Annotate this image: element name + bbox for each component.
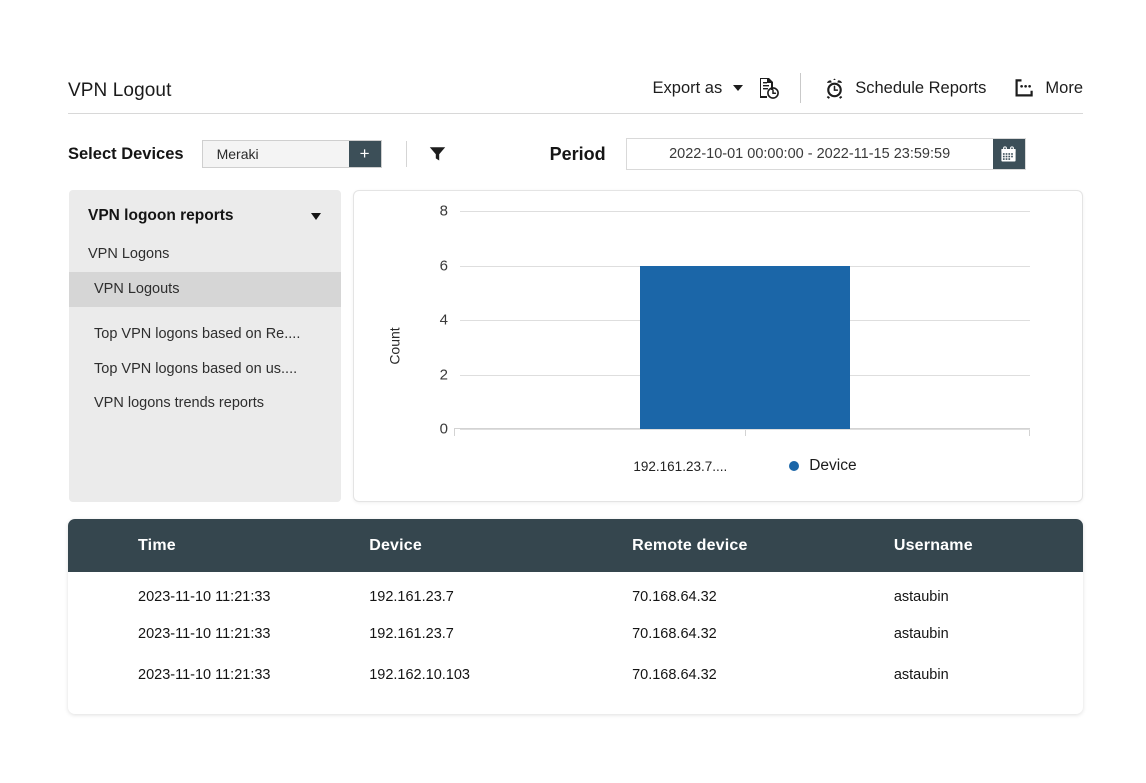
period-control: Period 2022-10-01 00:00:00 - 2022-11-15 … <box>550 138 1026 170</box>
sidebar-item-vpn-logouts[interactable]: VPN Logouts <box>69 272 341 307</box>
add-device-button[interactable]: + <box>349 141 381 167</box>
column-header-username[interactable]: Username <box>870 519 1083 572</box>
select-devices-label: Select Devices <box>68 145 184 164</box>
y-axis-tick-label: 4 <box>440 312 448 329</box>
cell-device: 192.161.23.7 <box>352 572 616 613</box>
x-axis-tick-start <box>454 429 455 436</box>
more-label: More <box>1045 79 1083 98</box>
cell-username: astaubin <box>870 654 1083 695</box>
app-page: VPN Logout Export as <box>0 0 1146 783</box>
y-axis-tick-label: 6 <box>440 257 448 274</box>
x-axis-category-label: 192.161.23.7.... <box>633 459 727 474</box>
table-head: Time Device Remote device Username <box>68 519 1083 572</box>
sidebar-item-top-vpn-logons-users[interactable]: Top VPN logons based on us.... <box>69 352 341 387</box>
header-divider <box>800 73 801 103</box>
sidebar-group-header[interactable]: VPN logoon reports <box>69 190 341 237</box>
export-as-button[interactable]: Export as <box>653 79 744 98</box>
y-axis-tick-label: 8 <box>440 203 448 220</box>
cell-device: 192.162.10.103 <box>352 654 616 695</box>
period-value: 2022-10-01 00:00:00 - 2022-11-15 23:59:5… <box>627 139 993 169</box>
cell-remote-device: 70.168.64.32 <box>616 613 870 654</box>
grid-line <box>460 211 1030 212</box>
page-title: VPN Logout <box>68 62 171 102</box>
table-row[interactable]: 2023-11-10 11:21:33192.161.23.770.168.64… <box>68 613 1083 654</box>
reports-sidebar: VPN logoon reports VPN Logons VPN Logout… <box>69 190 341 502</box>
cell-username: astaubin <box>870 613 1083 654</box>
export-as-label: Export as <box>653 79 723 98</box>
schedule-reports-label: Schedule Reports <box>855 79 986 98</box>
device-selector[interactable]: Meraki + <box>202 140 382 168</box>
bar-chart: Count 02468 192.161.23.7.... Device <box>354 191 1082 501</box>
sidebar-item-top-vpn-logons-remote[interactable]: Top VPN logons based on Re.... <box>69 317 341 352</box>
cell-remote-device: 70.168.64.32 <box>616 572 870 613</box>
period-label: Period <box>550 144 606 165</box>
period-field[interactable]: 2022-10-01 00:00:00 - 2022-11-15 23:59:5… <box>626 138 1026 170</box>
chart-card: Count 02468 192.161.23.7.... Device <box>353 190 1083 502</box>
legend-label: Device <box>809 457 856 475</box>
schedule-reports-button[interactable]: Schedule Reports <box>823 77 986 100</box>
more-button[interactable]: More <box>1014 78 1083 98</box>
cell-device: 192.161.23.7 <box>352 613 616 654</box>
chart-footer: 192.161.23.7.... Device <box>460 457 1030 475</box>
column-header-remote-device[interactable]: Remote device <box>616 519 870 572</box>
filter-bar: Select Devices Meraki + Period 2022-10-0… <box>68 130 1083 178</box>
results-table: Time Device Remote device Username 2023-… <box>68 519 1083 695</box>
sidebar-item-vpn-logons[interactable]: VPN Logons <box>69 237 341 272</box>
cell-time: 2023-11-10 11:21:33 <box>68 613 352 654</box>
x-axis-tick-mid <box>745 429 746 436</box>
chevron-down-icon[interactable] <box>311 213 321 220</box>
export-document-button[interactable] <box>757 76 780 100</box>
sidebar-item-vpn-logons-trends[interactable]: VPN logons trends reports <box>69 386 341 421</box>
cell-time: 2023-11-10 11:21:33 <box>68 572 352 613</box>
filter-divider <box>406 141 407 167</box>
cell-time: 2023-11-10 11:21:33 <box>68 654 352 695</box>
column-header-device[interactable]: Device <box>352 519 616 572</box>
more-dots-icon <box>1014 78 1036 98</box>
sidebar-group-title: VPN logoon reports <box>88 207 234 225</box>
table-header-row: Time Device Remote device Username <box>68 519 1083 572</box>
grid-line <box>460 429 1030 430</box>
document-clock-icon <box>757 76 780 100</box>
funnel-icon[interactable] <box>429 146 446 162</box>
column-header-time[interactable]: Time <box>68 519 352 572</box>
alarm-clock-icon <box>823 77 846 100</box>
header-actions: Export as <box>653 62 1083 103</box>
chevron-down-icon <box>733 85 743 91</box>
chart-bar[interactable] <box>640 266 851 430</box>
results-table-card: Time Device Remote device Username 2023-… <box>68 519 1083 714</box>
calendar-icon[interactable] <box>993 139 1025 169</box>
y-axis-tick-label: 0 <box>440 421 448 438</box>
table-row[interactable]: 2023-11-10 11:21:33192.161.23.770.168.64… <box>68 572 1083 613</box>
chart-plot-area: 02468 <box>460 211 1030 429</box>
table-body: 2023-11-10 11:21:33192.161.23.770.168.64… <box>68 572 1083 695</box>
table-row[interactable]: 2023-11-10 11:21:33192.162.10.10370.168.… <box>68 654 1083 695</box>
legend-color-swatch <box>789 461 799 471</box>
cell-username: astaubin <box>870 572 1083 613</box>
x-axis-tick-end <box>1029 429 1030 436</box>
chart-legend[interactable]: Device <box>789 457 856 475</box>
y-axis-label: Count <box>387 327 403 364</box>
device-selector-value: Meraki <box>203 141 349 167</box>
cell-remote-device: 70.168.64.32 <box>616 654 870 695</box>
page-header: VPN Logout Export as <box>68 62 1083 114</box>
y-axis-tick-label: 2 <box>440 366 448 383</box>
sidebar-spacer <box>69 307 341 317</box>
